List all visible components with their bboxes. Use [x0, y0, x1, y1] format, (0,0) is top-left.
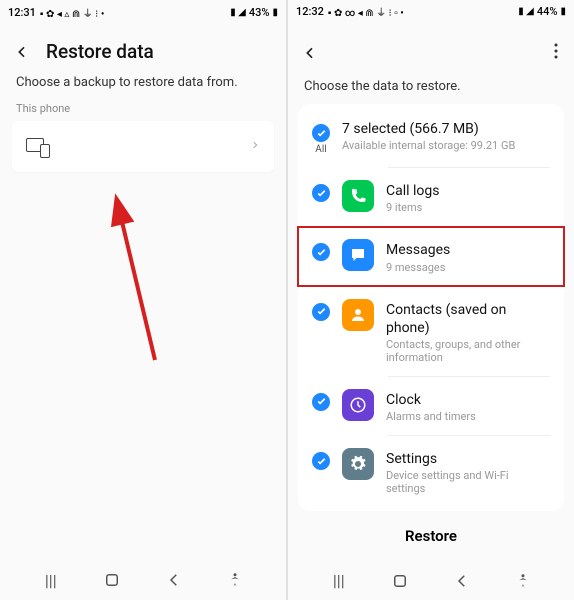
summary-title: 7 selected (566.7 MB) — [342, 120, 550, 138]
restore-item[interactable]: Contacts (saved on phone) Contacts, grou… — [298, 287, 564, 376]
item-title: Settings — [386, 450, 550, 468]
status-bar: 12:32 ▪ ✿ ∞ ◂ ⋒ ⏚ ⁝ ▫ • ▮ ◢ 44% ▮ — [288, 0, 574, 23]
nav-back[interactable] — [453, 572, 471, 590]
page-title: Restore data — [46, 40, 154, 63]
nav-accessibility[interactable] — [226, 571, 244, 589]
item-title: Contacts (saved on phone) — [386, 301, 550, 337]
item-sub: 9 items — [386, 201, 550, 214]
check-icon[interactable] — [312, 452, 330, 470]
signal-icon: ▮ ◢ — [230, 7, 246, 18]
phone-icon — [342, 180, 374, 212]
status-time: 12:32 — [296, 5, 324, 18]
devices-icon — [26, 138, 48, 156]
nav-bar: ||| — [0, 560, 286, 600]
phone-screen-right: 12:32 ▪ ✿ ∞ ◂ ⋒ ⏚ ⁝ ▫ • ▮ ◢ 44% ▮ Choose… — [288, 0, 574, 600]
nav-recents[interactable]: ||| — [330, 572, 348, 590]
restore-item[interactable]: Clock Alarms and timers — [298, 377, 564, 435]
restore-item[interactable]: Messages 9 messages — [298, 227, 564, 285]
nav-recents[interactable]: ||| — [42, 571, 60, 589]
chevron-right-icon — [250, 137, 260, 156]
back-button[interactable] — [300, 43, 320, 63]
battery-icon: ▮ — [560, 6, 566, 17]
check-icon[interactable] — [312, 184, 330, 202]
nav-back[interactable] — [165, 571, 183, 589]
clock-icon — [342, 389, 374, 421]
restore-item[interactable]: Settings Device settings and Wi-Fi setti… — [298, 436, 564, 507]
status-battery: 43% — [249, 6, 270, 19]
item-sub: Device settings and Wi-Fi settings — [386, 469, 550, 495]
item-sub: Alarms and timers — [386, 410, 550, 423]
nav-bar: ||| — [288, 561, 574, 600]
more-button[interactable] — [550, 39, 562, 67]
restore-list: All 7 selected (566.7 MB) Available inte… — [298, 104, 564, 511]
check-icon[interactable] — [312, 243, 330, 261]
status-icons: ▪ ✿ ∞ ◂ ⋒ ⏚ ⁝ ▫ • — [328, 4, 404, 19]
item-title: Messages — [386, 241, 550, 259]
status-bar: 12:31 ▪ ✿ ◂ ▵ ⋒ ⏚ ⁝ • ▮ ◢ 43% ▮ — [0, 0, 286, 24]
page-subtitle: Choose the data to restore. — [288, 75, 574, 104]
check-all-label: All — [315, 144, 326, 155]
nav-accessibility[interactable] — [514, 572, 532, 590]
backup-item-this-phone[interactable] — [12, 121, 274, 172]
section-label: This phone — [0, 100, 286, 121]
item-title: Call logs — [386, 182, 550, 200]
back-button[interactable] — [12, 42, 32, 62]
restore-summary[interactable]: All 7 selected (566.7 MB) Available inte… — [298, 108, 564, 167]
restore-button[interactable]: Restore — [288, 511, 574, 561]
nav-home[interactable] — [103, 571, 121, 589]
page-subtitle: Choose a backup to restore data from. — [0, 71, 286, 100]
check-icon[interactable] — [312, 393, 330, 411]
check-all-icon[interactable] — [312, 124, 330, 142]
item-title: Clock — [386, 391, 550, 409]
check-icon[interactable] — [312, 303, 330, 321]
header — [288, 23, 574, 75]
gear-icon — [342, 448, 374, 480]
item-sub: 9 messages — [386, 261, 550, 274]
annotation-arrow — [100, 190, 180, 374]
restore-item[interactable]: Call logs 9 items — [298, 168, 564, 226]
status-icons: ▪ ✿ ◂ ▵ ⋒ ⏚ ⁝ • — [40, 5, 104, 20]
header: Restore data — [0, 24, 286, 71]
contact-icon — [342, 299, 374, 331]
signal-icon: ▮ ◢ — [518, 6, 534, 17]
message-icon — [342, 239, 374, 271]
nav-home[interactable] — [391, 572, 409, 590]
summary-sub: Available internal storage: 99.21 GB — [342, 139, 550, 152]
status-time: 12:31 — [8, 6, 36, 19]
battery-icon: ▮ — [272, 7, 278, 18]
status-battery: 44% — [537, 5, 558, 18]
phone-screen-left: 12:31 ▪ ✿ ◂ ▵ ⋒ ⏚ ⁝ • ▮ ◢ 43% ▮ Restore … — [0, 0, 288, 600]
item-sub: Contacts, groups, and other information — [386, 338, 550, 364]
